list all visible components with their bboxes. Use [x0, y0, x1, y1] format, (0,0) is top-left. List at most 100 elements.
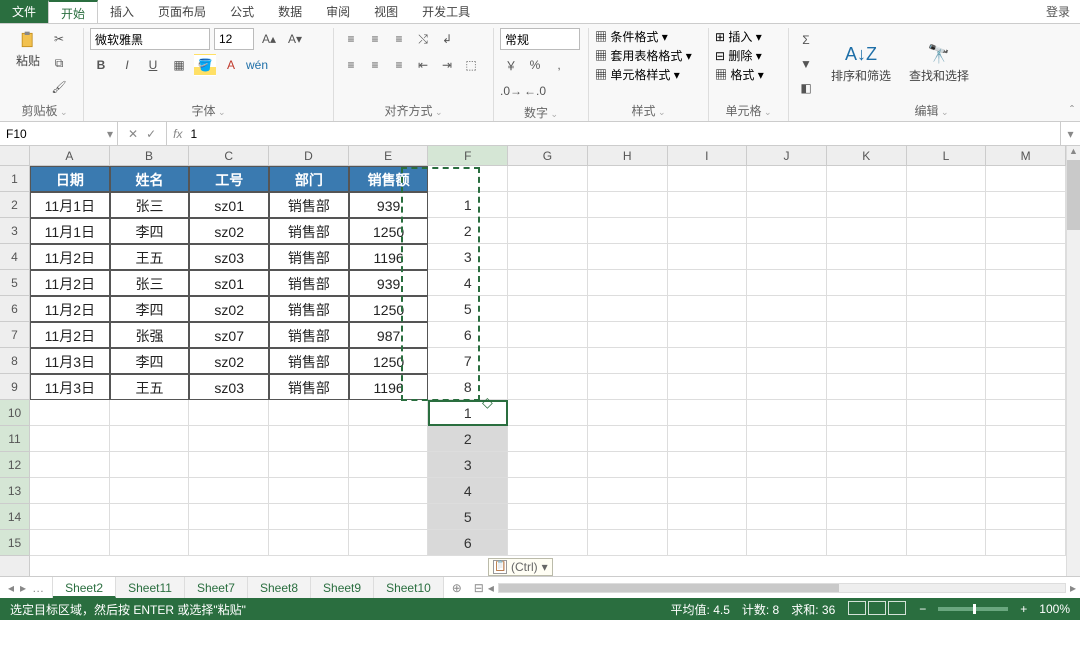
- view-buttons[interactable]: [847, 601, 907, 618]
- cell-J8[interactable]: [747, 348, 827, 374]
- cell-G12[interactable]: [508, 452, 588, 478]
- border-button[interactable]: ▦: [168, 54, 190, 76]
- align-middle-button[interactable]: ≡: [364, 28, 386, 50]
- cell-F8[interactable]: 7: [428, 348, 508, 374]
- cell-K4[interactable]: [827, 244, 907, 270]
- cell-E13[interactable]: [349, 478, 429, 504]
- enter-formula-button[interactable]: ✓: [146, 127, 156, 141]
- find-select-button[interactable]: 🔭 查找和选择: [905, 42, 973, 86]
- cell-F7[interactable]: 6: [428, 322, 508, 348]
- cell-G7[interactable]: [508, 322, 588, 348]
- select-all-corner[interactable]: [0, 146, 30, 166]
- col-header-I[interactable]: I: [668, 146, 748, 165]
- sheet-tab-Sheet8[interactable]: Sheet8: [248, 577, 311, 598]
- cell-E1[interactable]: 销售额: [349, 166, 429, 192]
- cell-F6[interactable]: 5: [428, 296, 508, 322]
- cell-F5[interactable]: 4: [428, 270, 508, 296]
- cell-B12[interactable]: [110, 452, 190, 478]
- cell-J15[interactable]: [747, 530, 827, 556]
- cell-A9[interactable]: 11月3日: [30, 374, 110, 400]
- cell-B10[interactable]: [110, 400, 190, 426]
- cell-M9[interactable]: [986, 374, 1066, 400]
- cell-M11[interactable]: [986, 426, 1066, 452]
- cell-F9[interactable]: 8: [428, 374, 508, 400]
- cell-G9[interactable]: [508, 374, 588, 400]
- cell-H10[interactable]: [588, 400, 668, 426]
- paste-options-button[interactable]: 📋 (Ctrl)▾: [488, 558, 553, 576]
- col-header-C[interactable]: C: [189, 146, 269, 165]
- wrap-text-button[interactable]: ↲: [436, 28, 458, 50]
- cell-M14[interactable]: [986, 504, 1066, 530]
- sheet-tab-Sheet7[interactable]: Sheet7: [185, 577, 248, 598]
- cell-D14[interactable]: [269, 504, 349, 530]
- horizontal-scrollbar[interactable]: ⊟◂▸: [470, 577, 1080, 598]
- cell-D3[interactable]: 销售部: [269, 218, 349, 244]
- cell-F11[interactable]: 2: [428, 426, 508, 452]
- conditional-format-button[interactable]: ▦ 条件格式 ▾: [595, 28, 668, 45]
- cell-D7[interactable]: 销售部: [269, 322, 349, 348]
- row-header-15[interactable]: 15: [0, 530, 29, 556]
- cell-B8[interactable]: 李四: [110, 348, 190, 374]
- cell-C14[interactable]: [189, 504, 269, 530]
- cell-L1[interactable]: [907, 166, 987, 192]
- cell-H8[interactable]: [588, 348, 668, 374]
- cell-B15[interactable]: [110, 530, 190, 556]
- row-header-10[interactable]: 10: [0, 400, 29, 426]
- cell-J3[interactable]: [747, 218, 827, 244]
- cell-I5[interactable]: [668, 270, 748, 296]
- cell-B3[interactable]: 李四: [110, 218, 190, 244]
- login-link[interactable]: 登录: [1036, 0, 1080, 23]
- cell-L4[interactable]: [907, 244, 987, 270]
- cell-J12[interactable]: [747, 452, 827, 478]
- row-headers[interactable]: 123456789101112131415: [0, 166, 30, 576]
- cell-J2[interactable]: [747, 192, 827, 218]
- cell-B5[interactable]: 张三: [110, 270, 190, 296]
- indent-dec-button[interactable]: ⇤: [412, 54, 434, 76]
- cell-J4[interactable]: [747, 244, 827, 270]
- col-header-F[interactable]: F: [428, 146, 508, 165]
- tab-data[interactable]: 数据: [266, 0, 314, 23]
- row-header-1[interactable]: 1: [0, 166, 29, 192]
- cell-C11[interactable]: [189, 426, 269, 452]
- name-box-dropdown[interactable]: ▾: [107, 127, 113, 141]
- cell-K1[interactable]: [827, 166, 907, 192]
- cell-A12[interactable]: [30, 452, 110, 478]
- font-color-button[interactable]: A: [220, 54, 242, 76]
- sheet-tab-Sheet11[interactable]: Sheet11: [116, 577, 185, 598]
- cell-H14[interactable]: [588, 504, 668, 530]
- col-header-K[interactable]: K: [827, 146, 907, 165]
- col-header-D[interactable]: D: [269, 146, 349, 165]
- cell-L5[interactable]: [907, 270, 987, 296]
- indent-inc-button[interactable]: ⇥: [436, 54, 458, 76]
- cell-C10[interactable]: [189, 400, 269, 426]
- cell-L11[interactable]: [907, 426, 987, 452]
- cell-M8[interactable]: [986, 348, 1066, 374]
- cell-I14[interactable]: [668, 504, 748, 530]
- cell-A7[interactable]: 11月2日: [30, 322, 110, 348]
- zoom-in-button[interactable]: +: [1020, 602, 1027, 616]
- cell-C9[interactable]: sz03: [189, 374, 269, 400]
- cell-G8[interactable]: [508, 348, 588, 374]
- cell-J7[interactable]: [747, 322, 827, 348]
- cell-M2[interactable]: [986, 192, 1066, 218]
- col-header-L[interactable]: L: [907, 146, 987, 165]
- cell-H11[interactable]: [588, 426, 668, 452]
- cell-F1[interactable]: [428, 166, 508, 192]
- row-header-4[interactable]: 4: [0, 244, 29, 270]
- font-size-select[interactable]: [214, 28, 254, 50]
- cell-B4[interactable]: 王五: [110, 244, 190, 270]
- cell-E10[interactable]: [349, 400, 429, 426]
- cell-A8[interactable]: 11月3日: [30, 348, 110, 374]
- cell-C15[interactable]: [189, 530, 269, 556]
- cell-I11[interactable]: [668, 426, 748, 452]
- cell-B9[interactable]: 王五: [110, 374, 190, 400]
- cell-M1[interactable]: [986, 166, 1066, 192]
- align-right-button[interactable]: ≡: [388, 54, 410, 76]
- fx-icon[interactable]: fx: [173, 127, 182, 141]
- cell-D2[interactable]: 销售部: [269, 192, 349, 218]
- cell-M10[interactable]: [986, 400, 1066, 426]
- sheet-tab-Sheet2[interactable]: Sheet2: [53, 577, 116, 598]
- cell-F3[interactable]: 2: [428, 218, 508, 244]
- cell-L9[interactable]: [907, 374, 987, 400]
- cell-H13[interactable]: [588, 478, 668, 504]
